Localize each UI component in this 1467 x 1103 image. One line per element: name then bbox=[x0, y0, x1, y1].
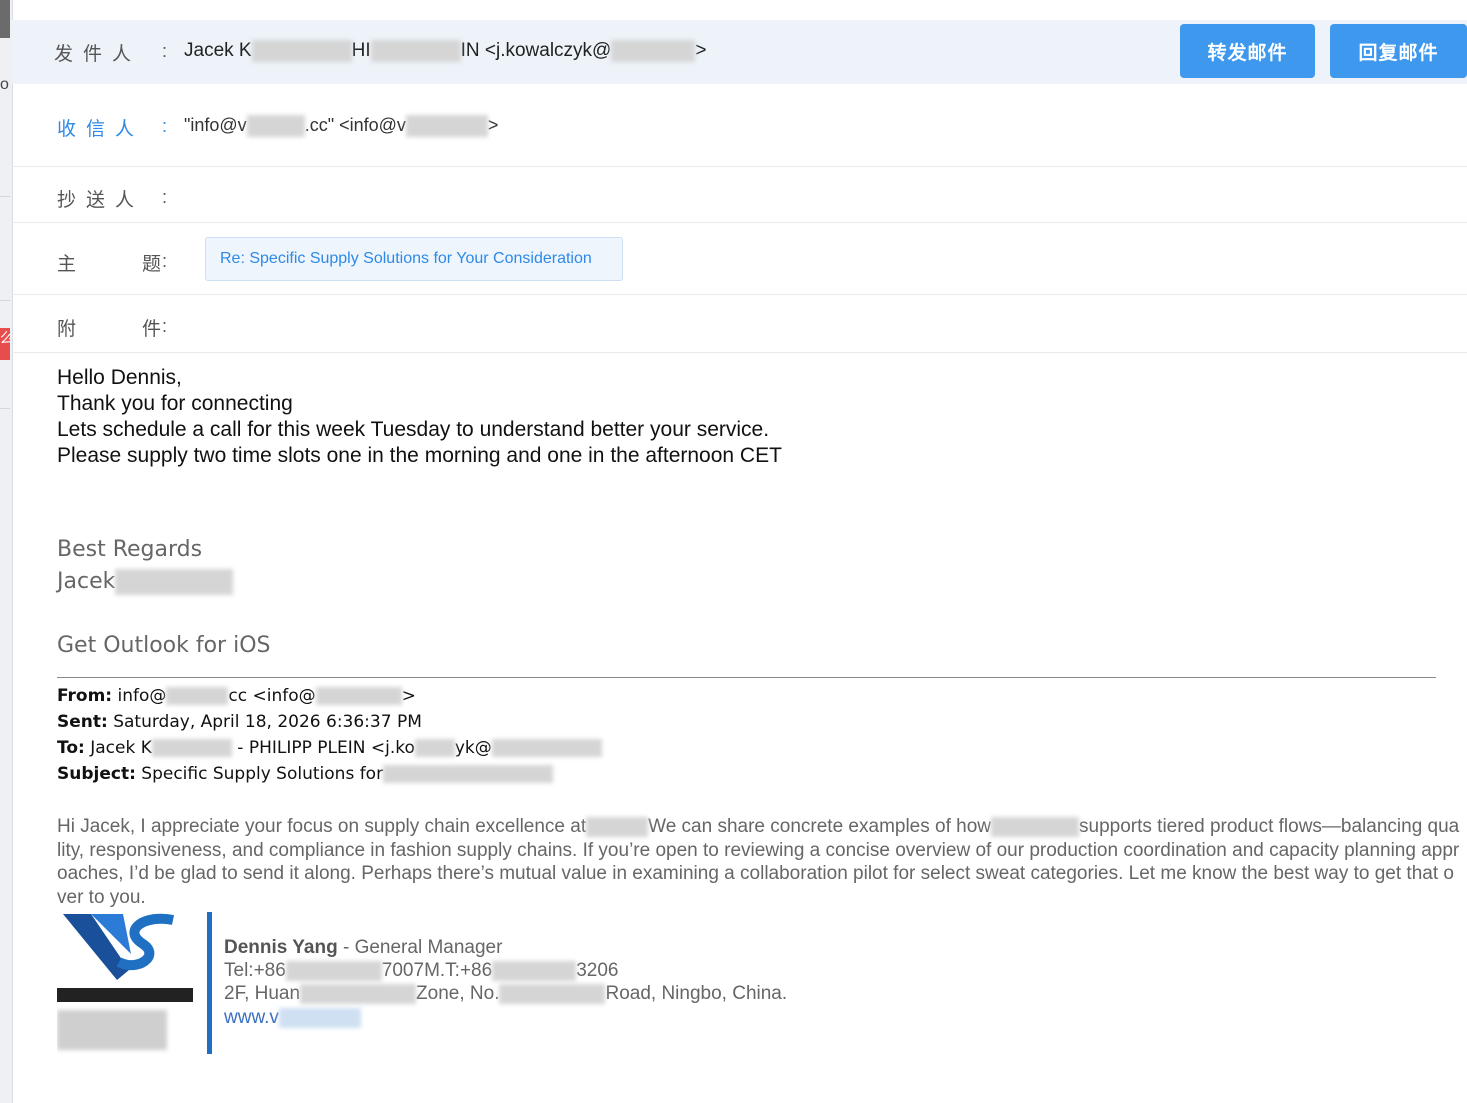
website-link[interactable]: www.v bbox=[224, 1007, 279, 1028]
sidebar-divider bbox=[0, 408, 10, 409]
quoted-from: From: info@ cc <info@ > bbox=[57, 686, 416, 706]
quoted-sent: Sent: Saturday, April 18, 2026 6:36:37 P… bbox=[57, 712, 422, 732]
regards-text: Best Regards bbox=[57, 537, 203, 562]
cc-label: 抄送人 bbox=[57, 189, 145, 211]
signature-name-line: Dennis Yang - General Manager bbox=[224, 937, 503, 958]
cc-colon: : bbox=[162, 187, 168, 207]
attachment-colon: : bbox=[162, 316, 168, 336]
recipient-label: 收信人 bbox=[57, 118, 145, 140]
quoted-subject: Subject: Specific Supply Solutions for bbox=[57, 764, 554, 784]
subject-label: 主 题 bbox=[57, 253, 192, 275]
signature-address-line: 2F, Huan Zone, No. Road, Ningbo, China. bbox=[224, 983, 788, 1004]
reply-mail-button[interactable]: 回复邮件 bbox=[1330, 24, 1467, 78]
subject-value[interactable]: Re: Specific Supply Solutions for Your C… bbox=[205, 237, 623, 281]
quoted-to: To: Jacek K - PHILIPP PLEIN <j.ko yk@ bbox=[57, 738, 602, 758]
sender-colon: : bbox=[162, 41, 168, 61]
recipient-value[interactable]: "info@v .cc" <info@v > bbox=[184, 115, 498, 138]
sender-value: Jacek K HI IN <j.kowalczyk@ > bbox=[184, 40, 707, 62]
message-line: Thank you for connecting bbox=[57, 392, 293, 415]
forward-mail-button[interactable]: 转发邮件 bbox=[1180, 24, 1315, 78]
sidebar-tab[interactable] bbox=[0, 0, 10, 38]
sender-label: 发件人 bbox=[54, 43, 142, 65]
recipient-colon: : bbox=[162, 116, 168, 136]
sidebar-divider bbox=[0, 196, 10, 197]
signer-name: Jacek bbox=[57, 569, 234, 595]
subject-colon: : bbox=[162, 251, 168, 271]
attachment-row: 附 件 : bbox=[12, 295, 1467, 353]
sidebar-divider bbox=[0, 300, 10, 301]
quoted-paragraph: Hi Jacek, I appreciate your focus on sup… bbox=[57, 816, 1460, 908]
attachment-label: 附 件 bbox=[57, 318, 192, 340]
signature-phone-line: Tel:+86 7007M.T:+86 3206 bbox=[224, 960, 619, 981]
signature-website-line: www.v bbox=[224, 1007, 361, 1029]
outlook-link[interactable]: Get Outlook for iOS bbox=[57, 633, 271, 658]
sidebar-glyph: or bbox=[0, 76, 10, 93]
quote-divider bbox=[57, 677, 1436, 678]
cc-row: 抄送人 : bbox=[12, 167, 1467, 223]
message-line: Please supply two time slots one in the … bbox=[57, 444, 782, 467]
message-line: Hello Dennis, bbox=[57, 366, 182, 389]
company-logo bbox=[57, 910, 197, 1060]
sidebar-badge[interactable]: 么 bbox=[0, 328, 10, 360]
message-line: Lets schedule a call for this week Tuesd… bbox=[57, 418, 770, 441]
recipient-row: 收信人 : "info@v .cc" <info@v > bbox=[12, 84, 1467, 167]
signature-divider bbox=[207, 912, 212, 1054]
